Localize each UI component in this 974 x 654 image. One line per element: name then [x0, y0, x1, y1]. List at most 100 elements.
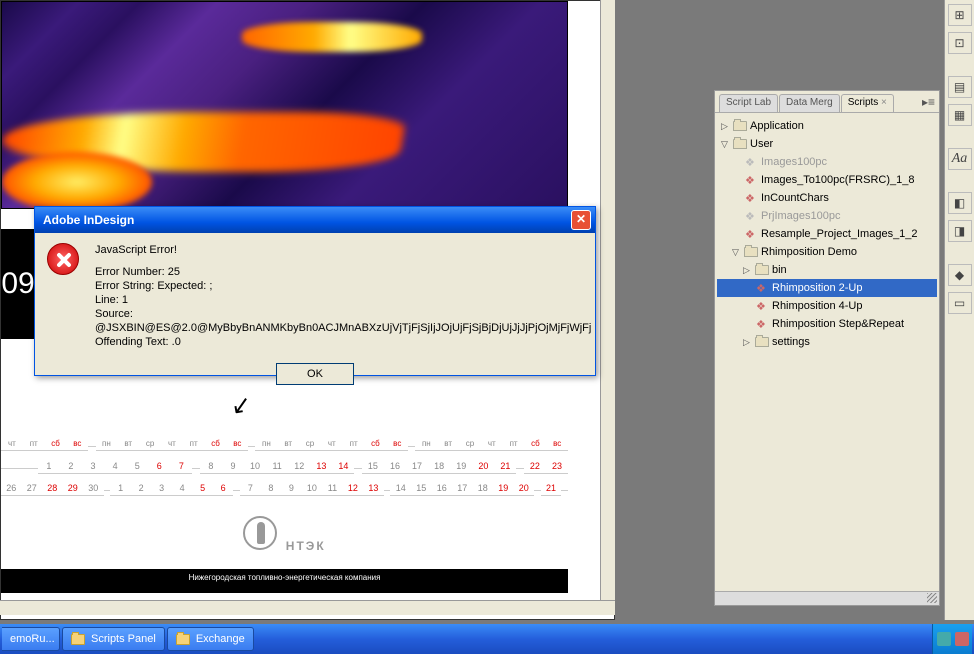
tab-scripts[interactable]: Scripts [841, 94, 894, 112]
right-toolbar: ⊞ ⊡ ▤ ▦ Aa ◧ ◨ ◆ ▭ [944, 0, 974, 620]
cal-day-cell: 21 [494, 459, 516, 474]
tree-rhimposition-demo[interactable]: Rhimposition Demo [717, 243, 937, 261]
panel-button-7[interactable]: ◆ [948, 264, 972, 286]
cal-day-cell [104, 486, 111, 491]
folder-icon [733, 121, 747, 131]
taskbar-item-exchange[interactable]: Exchange [167, 627, 254, 651]
cal-day-cell: 28 [42, 481, 63, 496]
cal-day-cell: 8 [200, 459, 222, 474]
cal-day-cell: 15 [362, 459, 384, 474]
panel-button-8[interactable]: ▭ [948, 292, 972, 314]
tree-label: PrjImages100pc [761, 210, 841, 222]
tree-application[interactable]: Application [717, 117, 937, 135]
system-tray[interactable] [932, 624, 972, 654]
twisty-closed-icon[interactable] [719, 121, 730, 132]
panel-resize-handle[interactable] [715, 591, 939, 605]
cal-header-cell: ср [299, 437, 321, 451]
tab-script-label[interactable]: Script Lab [719, 94, 778, 112]
canvas-scrollbar-horizontal[interactable] [0, 600, 615, 615]
panel-button-5[interactable]: ◧ [948, 192, 972, 214]
tree-label: Application [750, 120, 804, 132]
cal-day-cell: 3 [151, 481, 172, 496]
calendar-arrow: ↙ [229, 389, 254, 421]
cal-day-cell: 11 [322, 481, 343, 496]
cal-header-cell: пн [415, 437, 437, 451]
panel-tabs: Script Lab Data Merg Scripts ▸≡ [715, 91, 939, 113]
taskbar-label: Scripts Panel [91, 633, 156, 645]
lava-glow [2, 152, 152, 209]
cal-header-cell: вс [226, 437, 248, 451]
tree-incountchars[interactable]: InCountChars [717, 189, 937, 207]
twisty-open-icon[interactable] [719, 139, 730, 150]
cal-day-cell: 4 [172, 481, 193, 496]
panel-button-4[interactable]: ▦ [948, 104, 972, 126]
cal-day-cell: 20 [513, 481, 534, 496]
panel-button-1[interactable]: ⊞ [948, 4, 972, 26]
cal-header-cell: сб [205, 437, 227, 451]
cal-day-cell: 7 [240, 481, 261, 496]
dialog-close-button[interactable]: ✕ [571, 210, 591, 230]
tray-icon[interactable] [955, 632, 969, 646]
tree-label: Rhimposition 2-Up [772, 282, 862, 294]
cal-day-cell: 4 [104, 459, 126, 474]
tree-rhimposition-2up[interactable]: Rhimposition 2-Up [717, 279, 937, 297]
cal-day-cell: 8 [261, 481, 282, 496]
ok-button[interactable]: OK [276, 363, 354, 385]
tree-user[interactable]: User [717, 135, 937, 153]
tree-prjimages100pc[interactable]: PrjImages100pc [717, 207, 937, 225]
taskbar-item-scripts-panel[interactable]: Scripts Panel [62, 627, 165, 651]
cal-day-cell [516, 464, 523, 469]
logo-row: НТЭК [1, 516, 568, 555]
error-dialog: Adobe InDesign ✕ JavaScript Error! Error… [34, 206, 596, 376]
tree-label: Images100pc [761, 156, 827, 168]
tree-images-to100[interactable]: Images_To100pc(FRSRC)_1_8 [717, 171, 937, 189]
panel-menu-icon[interactable]: ▸≡ [922, 95, 935, 109]
tree-rhimposition-step-repeat[interactable]: Rhimposition Step&Repeat [717, 315, 937, 333]
year-fragment: 09 [1, 267, 34, 301]
cal-header-cell: сб [524, 437, 546, 451]
cal-day-cell: 17 [452, 481, 473, 496]
cal-day-cell: 16 [384, 459, 406, 474]
folder-icon [755, 265, 769, 275]
dialog-titlebar[interactable]: Adobe InDesign ✕ [35, 207, 595, 233]
tree-bin[interactable]: bin [717, 261, 937, 279]
twisty-open-icon[interactable] [730, 247, 741, 258]
cal-day-cell [16, 464, 23, 469]
tray-icon[interactable] [937, 632, 951, 646]
cal-header-cell [248, 442, 255, 447]
character-panel-icon[interactable]: Aa [948, 148, 972, 170]
panel-button-6[interactable]: ◨ [948, 220, 972, 242]
tree-settings[interactable]: settings [717, 333, 937, 351]
error-heading: JavaScript Error! [95, 243, 591, 257]
canvas-scrollbar-vertical[interactable] [600, 0, 615, 600]
tree-resample[interactable]: Resample_Project_Images_1_2 [717, 225, 937, 243]
cal-header-cell: сб [365, 437, 387, 451]
cal-day-cell: 15 [411, 481, 432, 496]
tree-images100pc[interactable]: Images100pc [717, 153, 937, 171]
twisty-closed-icon[interactable] [741, 265, 752, 276]
twisty-closed-icon[interactable] [741, 337, 752, 348]
cal-day-cell [192, 464, 199, 469]
taskbar-label: emoRu... [10, 633, 55, 645]
cal-day-cell: 30 [83, 481, 104, 496]
cal-day-cell [23, 464, 30, 469]
panel-button-3[interactable]: ▤ [948, 76, 972, 98]
folder-icon [733, 139, 747, 149]
script-icon [745, 228, 757, 240]
cal-header-cell: вс [546, 437, 568, 451]
tree-label: User [750, 138, 773, 150]
dialog-body: JavaScript Error! Error Number: 25 Error… [35, 233, 595, 359]
script-icon [756, 318, 768, 330]
lava-image [1, 1, 568, 209]
tab-data-merge[interactable]: Data Merg [779, 94, 840, 112]
folder-icon [744, 247, 758, 257]
error-source: Source: @JSXBIN@ES@2.0@MyBbyBnANMKbyBn0A… [95, 307, 591, 335]
tree-label: bin [772, 264, 787, 276]
script-icon [756, 282, 768, 294]
cal-day-cell: 1 [38, 459, 60, 474]
cal-day-cell: 16 [431, 481, 452, 496]
tree-rhimposition-4up[interactable]: Rhimposition 4-Up [717, 297, 937, 315]
cal-header-cell: пн [96, 437, 118, 451]
panel-button-2[interactable]: ⊡ [948, 32, 972, 54]
taskbar-item-emory[interactable]: emoRu... [2, 627, 60, 651]
